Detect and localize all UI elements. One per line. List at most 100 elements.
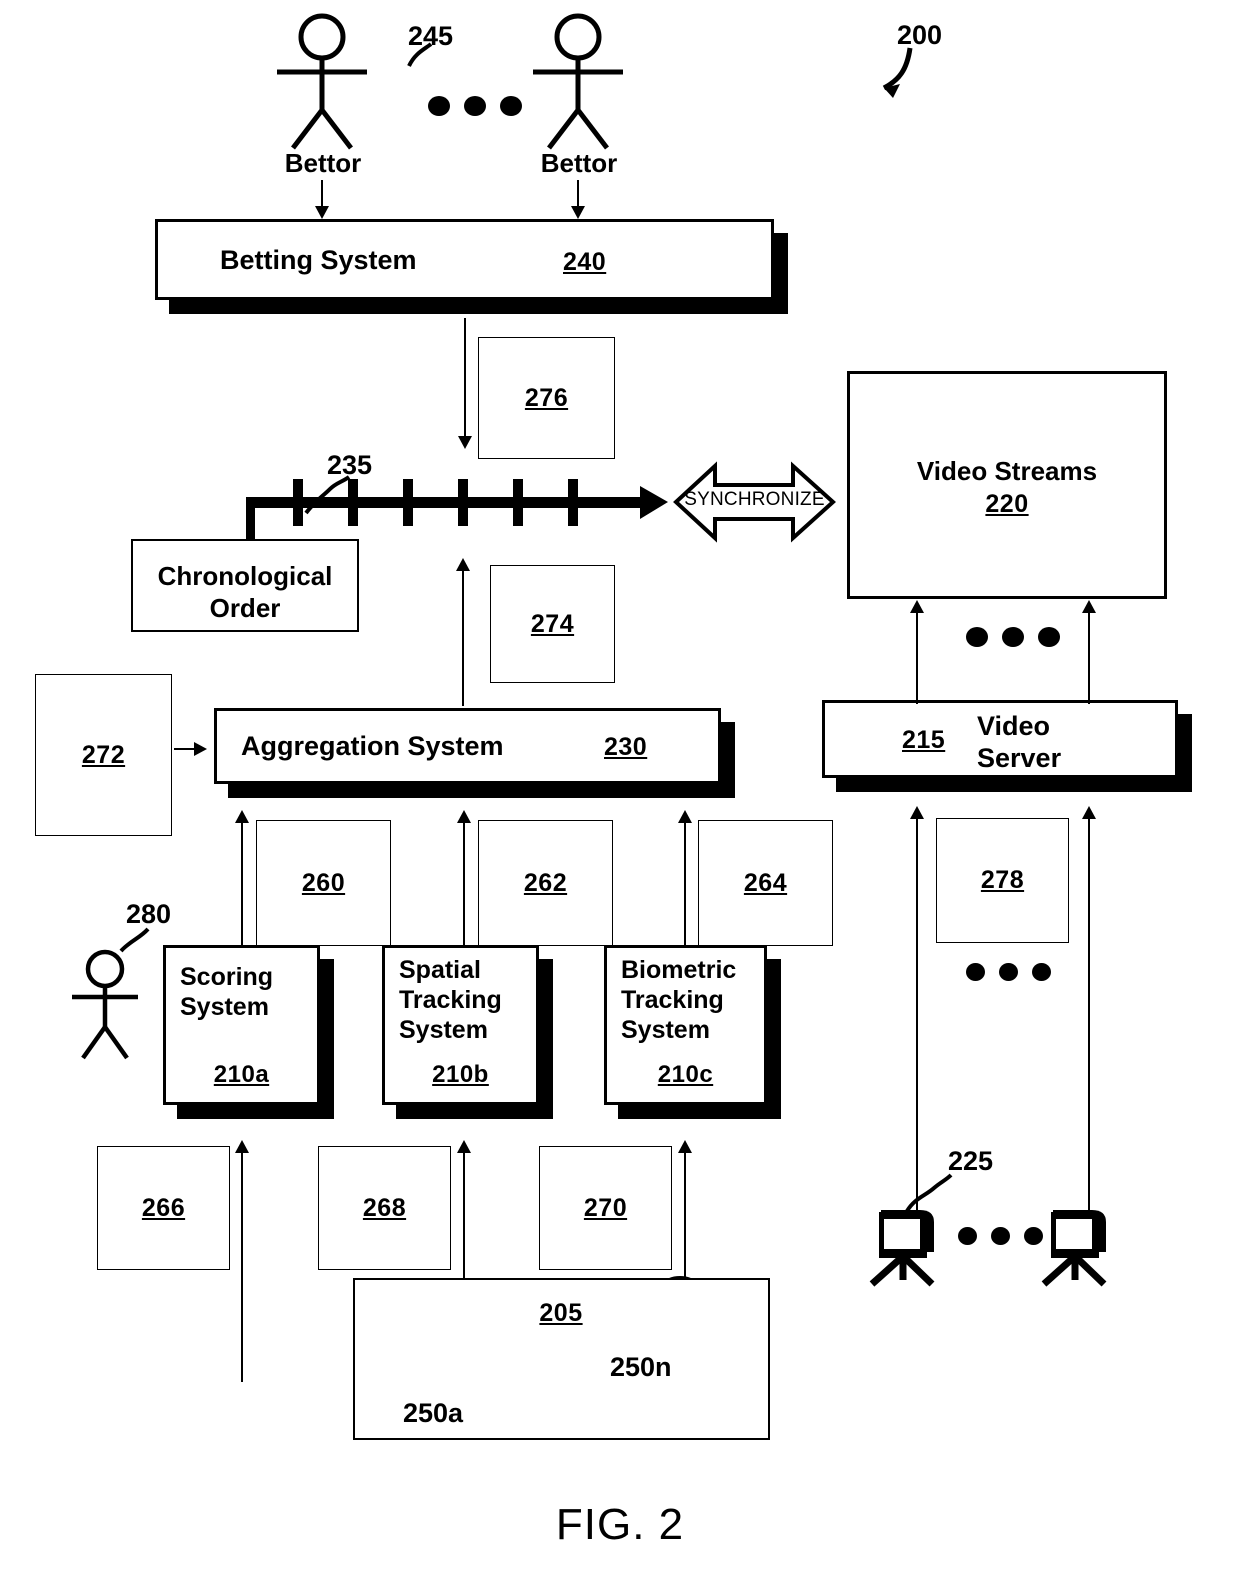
chronological-timeline [246,479,668,541]
bettor-left-arrowhead [315,206,329,219]
venue-to-biometric-line [684,1152,686,1292]
aggregation-system-ref: 230 [604,733,648,761]
spatial-to-aggregation-line [463,822,465,947]
spatial-tracking-system-box[interactable]: Spatial Tracking System 210b [382,945,539,1105]
camera-left-to-server-line [916,818,918,1214]
biometric-tracking-line2: Tracking [621,986,724,1014]
ref-200: 200 [897,20,943,50]
refbox-272: 272 [35,674,172,836]
refbox-260-label: 260 [301,868,346,897]
aggregation-system-box[interactable]: Aggregation System 230 [214,708,721,784]
figure-caption: FIG. 2 [555,1500,685,1549]
refbox-272-connector [174,748,196,750]
video-streams-ellipsis [966,627,1060,647]
chronological-order-line1: Chronological [157,561,333,591]
patent-figure-2: Bettor Bettor 245 200 280 235 225 Bettin… [0,0,1240,1571]
video-server-label-line1: Video [977,711,1051,741]
spatial-tracking-ref: 210b [432,1061,489,1088]
video-server-to-streams-arrowhead-right [1082,600,1096,613]
betting-system-label: Betting System [220,245,417,275]
lead-line-225 [905,1173,953,1213]
bettor-right-connector [577,180,579,208]
lead-line-200 [882,47,913,91]
bettor-right-figure [533,13,623,150]
refbox-268: 268 [318,1146,451,1270]
operator-figure [72,949,138,1060]
biometric-tracking-system-box[interactable]: Biometric Tracking System 210c [604,945,767,1105]
scoring-to-aggregation-arrowhead [235,810,249,823]
biometric-to-aggregation-arrowhead [678,810,692,823]
venue-to-biometric-arrowhead [678,1140,692,1153]
camera-right-to-server-line [1088,818,1090,1214]
biometric-tracking-line1: Biometric [621,956,737,984]
betting-to-timeline-arrowhead [458,436,472,449]
refbox-268-label: 268 [362,1193,407,1222]
venue-to-spatial-arrowhead [457,1140,471,1153]
ref-225: 225 [948,1146,994,1176]
video-server-box[interactable]: 215 Video Server [822,700,1178,778]
bettors-ellipsis [428,96,522,116]
refbox-274-label: 274 [530,609,575,638]
refbox-270: 270 [539,1146,672,1270]
operator-to-scoring-arrowhead [235,1140,249,1153]
camera-right-icon [1041,1210,1107,1287]
refbox-278-label: 278 [980,866,1025,894]
chronological-order-line2: Order [209,593,281,623]
refbox-270-label: 270 [583,1193,628,1222]
refbox-276-label: 276 [524,383,569,412]
scoring-system-ref: 210a [213,1061,270,1088]
lead-arrow-200 [884,84,900,98]
aggregation-to-timeline-arrowhead [456,558,470,571]
bettor-left-label: Bettor [284,148,362,178]
participant-250n-label: 250n [610,1352,672,1382]
operator-to-scoring-line [241,1152,243,1382]
scoring-system-box[interactable]: Scoring System 210a [163,945,320,1105]
video-server-to-streams-line-left [916,612,918,704]
camera-left-to-server-arrowhead [910,806,924,819]
spatial-to-aggregation-arrowhead [457,810,471,823]
betting-system-box[interactable]: Betting System 240 [155,219,774,300]
spatial-tracking-line3: System [399,1016,488,1044]
video-server-to-streams-line-right [1088,612,1090,704]
ref-280: 280 [126,899,172,929]
refbox-276: 276 [478,337,615,459]
lead-line-235 [304,475,351,515]
scoring-system-line2: System [180,993,269,1021]
refbox-262-label: 262 [523,868,568,897]
refbox-264-label: 264 [743,868,788,897]
refbox-266-label: 266 [141,1193,186,1222]
camera-right-to-server-arrowhead [1082,806,1096,819]
bettor-right-label: Bettor [540,148,618,178]
betting-system-ref: 240 [563,248,607,276]
bettor-right-arrowhead [571,206,585,219]
lead-line-280 [119,927,150,953]
video-streams-box[interactable]: Video Streams 220 [847,371,1167,599]
synchronize-label: SYNCHRONIZE [684,489,825,510]
refbox-266: 266 [97,1146,230,1270]
scoring-system-line1: Scoring [180,963,274,991]
spatial-tracking-line1: Spatial [399,956,481,984]
refbox-262: 262 [478,820,613,946]
biometric-tracking-line3: System [621,1016,710,1044]
ref-235: 235 [327,450,373,480]
cameras-ellipsis [958,1227,1043,1245]
scoring-to-aggregation-line [241,822,243,947]
ref-245: 245 [408,21,454,51]
aggregation-to-timeline-line [462,570,464,706]
chronological-order-box: Chronological Order [131,539,359,632]
betting-to-timeline-line [464,318,466,443]
bettor-left-connector [321,180,323,208]
biometric-to-aggregation-line [684,822,686,947]
video-server-to-streams-arrowhead-left [910,600,924,613]
video-streams-ref: 220 [985,490,1029,518]
bettor-left-figure [277,13,367,150]
refbox-264: 264 [698,820,833,946]
spatial-tracking-line2: Tracking [399,986,502,1014]
refbox-278: 278 [936,818,1069,943]
aggregation-system-label: Aggregation System [241,731,504,761]
refbox-272-arrowhead [194,742,207,756]
refbox-260: 260 [256,820,391,946]
venue-ref: 205 [539,1299,583,1327]
video-server-label-line2: Server [977,743,1062,773]
refbox-274: 274 [490,565,615,683]
